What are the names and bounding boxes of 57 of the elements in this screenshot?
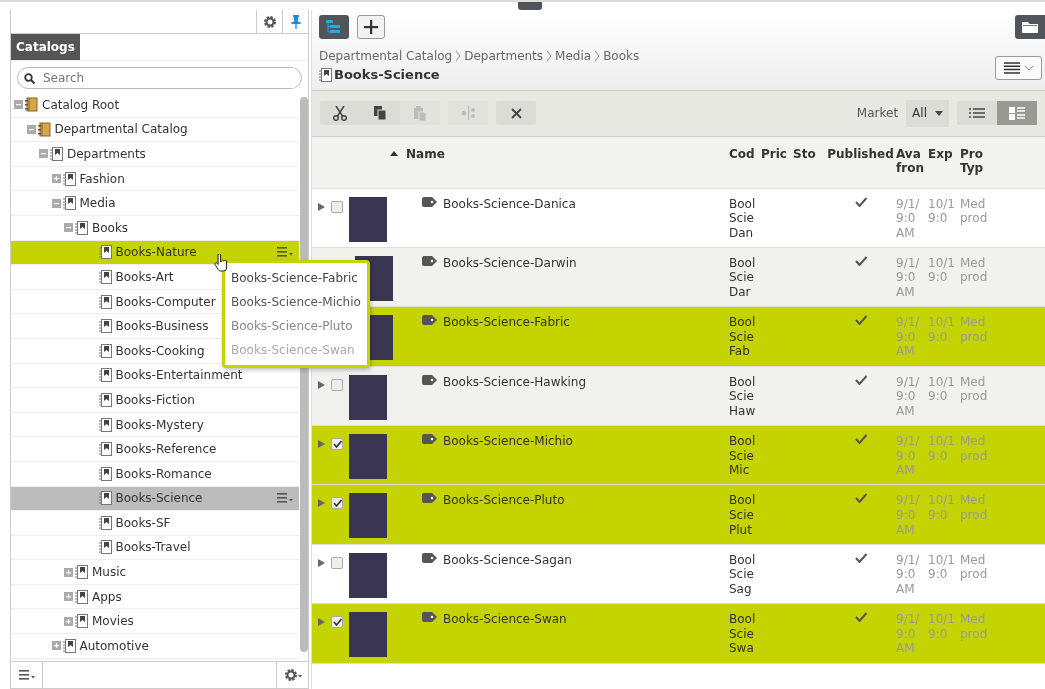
date-cell-text: 10/1 9:0 [928, 434, 956, 465]
date-cell-text: 9/1/ 9:0 AM [896, 196, 921, 242]
type-cell-text: Med prod [960, 374, 989, 406]
tree-label: Books-Art [115, 268, 174, 286]
code-cell-text: Bool Scie Dar [729, 255, 757, 302]
code-cell-text: Bool Scie Dan [729, 196, 757, 242]
date-cell-text: 10/1 9:0 [928, 493, 956, 525]
date-cell-text: 9/1/ 9:0 AM [896, 552, 921, 599]
tree-label: Apps [92, 588, 122, 606]
tree-label: Books-Reference [115, 441, 217, 459]
tree-label: Music [92, 564, 127, 582]
tree-label: Books-Computer [115, 293, 216, 311]
type-cell-text: Med prod [960, 493, 989, 525]
tree-label: Fashion [79, 170, 125, 188]
type-cell-text: Med prod [960, 315, 989, 346]
type-cell-text: Med prod [960, 196, 989, 228]
tree-label: Books-Science [115, 490, 203, 508]
code-cell-text: Bool Scie Mic [729, 434, 757, 480]
tree-label: Books-Fiction [115, 391, 195, 409]
market-label: Market [856, 105, 899, 122]
tree-label: Media [79, 195, 116, 213]
tree-label: Books-Travel [115, 539, 191, 557]
tree-label: Books-Mystery [115, 416, 204, 434]
tree-label: Catalog Root [42, 96, 120, 114]
tree-label: Books-Cooking [115, 342, 205, 360]
type-cell-text: Med prod [960, 255, 989, 287]
tree-label: Automotive [79, 637, 149, 655]
page-title: Books-Science [334, 66, 440, 84]
date-cell-text: 9/1/ 9:0 AM [896, 612, 921, 658]
tree-label: Books [92, 219, 129, 237]
date-cell-text: 10/1 9:0 [928, 315, 956, 346]
tree-label: Books-Nature [115, 244, 197, 262]
type-cell-text: Med prod [960, 552, 989, 584]
date-cell-text: 10/1 9:0 [928, 612, 956, 643]
type-cell-text: Med prod [960, 434, 989, 465]
date-cell-text: 10/1 9:0 [928, 374, 956, 406]
date-cell-text: 10/1 9:0 [928, 552, 956, 584]
code-cell-text: Bool Scie Fab [729, 315, 757, 361]
tree-label: Books-Entertainment [115, 367, 243, 385]
tree-label: Books-Business [115, 318, 209, 336]
date-cell-text: 9/1/ 9:0 AM [896, 434, 921, 480]
code-cell-text: Bool Scie Swa [729, 612, 757, 658]
tree-label: Departmental Catalog [54, 121, 188, 139]
date-cell-text: 10/1 9:0 [928, 255, 956, 287]
code-cell-text: Bool Scie Sag [729, 552, 757, 599]
tree-label: Movies [92, 613, 134, 631]
type-cell-text: Med prod [960, 612, 989, 643]
date-cell-text: 9/1/ 9:0 AM [896, 315, 921, 361]
date-cell-text: 9/1/ 9:0 AM [896, 493, 921, 539]
date-cell-text: 9/1/ 9:0 AM [896, 255, 921, 302]
code-cell-text: Bool Scie Plut [729, 493, 757, 539]
tree-label: Books-Romance [115, 465, 212, 483]
date-cell-text: 10/1 9:0 [928, 196, 956, 228]
date-cell-text: 9/1/ 9:0 AM [896, 374, 921, 420]
tree-label: Books-SF [115, 514, 171, 532]
code-cell-text: Bool Scie Haw [729, 374, 757, 420]
tree-label: Departments [67, 146, 146, 163]
